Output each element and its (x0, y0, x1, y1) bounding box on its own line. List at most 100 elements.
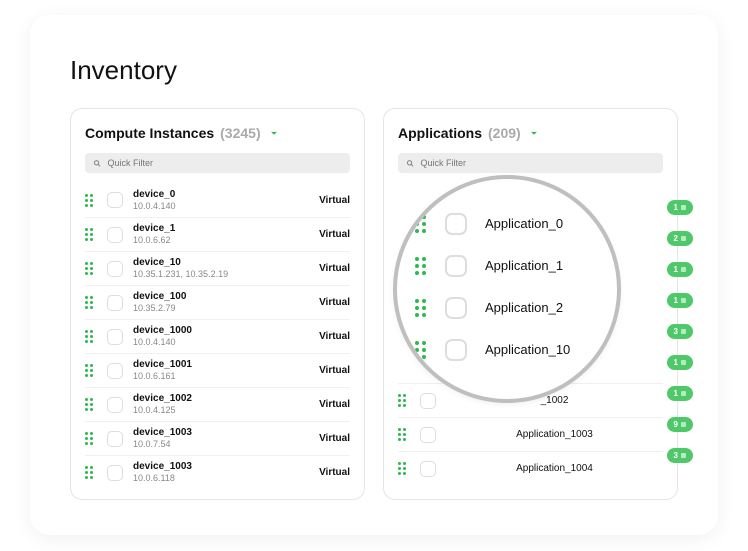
row-checkbox[interactable] (445, 213, 467, 235)
device-name: device_1 (133, 223, 319, 235)
drag-handle-icon[interactable] (415, 299, 433, 317)
device-name: device_1000 (133, 325, 319, 337)
chevron-down-icon (267, 126, 281, 140)
row-text: Application_1004 (446, 463, 663, 475)
drag-handle-icon[interactable] (85, 330, 99, 343)
instance-type: Virtual (319, 365, 350, 376)
table-row[interactable]: Application_2 (415, 287, 599, 329)
applications-panel-count: (209) (488, 125, 521, 141)
search-icon (406, 159, 414, 168)
drag-handle-icon[interactable] (85, 432, 99, 445)
chevron-down-icon (527, 126, 541, 140)
drag-handle-icon[interactable] (85, 398, 99, 411)
row-text: device_1002 10.0.4.125 (133, 393, 319, 416)
table-row[interactable]: device_1003 10.0.6.118 Virtual (85, 455, 350, 489)
row-checkbox[interactable] (107, 397, 123, 413)
device-ip: 10.0.6.161 (133, 371, 319, 382)
device-name: device_1002 (133, 393, 319, 405)
table-row[interactable]: device_0 10.0.4.140 Virtual (85, 183, 350, 217)
applications-panel-title: Applications (398, 125, 482, 141)
row-text: device_1 10.0.6.62 (133, 223, 319, 246)
table-row[interactable]: device_1001 10.0.6.161 Virtual (85, 353, 350, 387)
row-checkbox[interactable] (420, 461, 436, 477)
table-row[interactable]: device_100 10.35.2.79 Virtual (85, 285, 350, 319)
row-text: device_1000 10.0.4.140 (133, 325, 319, 348)
device-ip: 10.0.6.62 (133, 235, 319, 246)
device-name: device_1003 (133, 461, 319, 473)
drag-handle-icon[interactable] (415, 257, 433, 275)
drag-handle-icon[interactable] (85, 228, 99, 241)
applications-filter-input[interactable] (420, 158, 655, 168)
device-ip: 10.0.4.140 (133, 337, 319, 348)
row-checkbox[interactable] (445, 297, 467, 319)
compute-panel: Compute Instances (3245) device_0 10.0.4… (70, 108, 365, 500)
application-name: Application_1003 (446, 429, 663, 441)
badge-column: 121131193 (667, 200, 693, 463)
application-name: Application_10 (485, 342, 570, 358)
drag-handle-icon[interactable] (415, 215, 433, 233)
instance-type: Virtual (319, 263, 350, 274)
table-row[interactable]: device_1 10.0.6.62 Virtual (85, 217, 350, 251)
row-checkbox[interactable] (445, 339, 467, 361)
row-checkbox[interactable] (107, 192, 123, 208)
instance-type: Virtual (319, 399, 350, 410)
table-row[interactable]: Application_1 (415, 245, 599, 287)
count-badge: 1 (667, 293, 693, 308)
applications-panel-header[interactable]: Applications (209) (398, 125, 663, 141)
row-checkbox[interactable] (107, 329, 123, 345)
row-text: device_10 10.35.1.231, 10.35.2.19 (133, 257, 319, 280)
drag-handle-icon[interactable] (398, 394, 412, 407)
table-row[interactable]: device_1002 10.0.4.125 Virtual (85, 387, 350, 421)
application-name: Application_0 (485, 216, 563, 232)
drag-handle-icon[interactable] (85, 364, 99, 377)
count-badge: 2 (667, 231, 693, 246)
compute-panel-count: (3245) (220, 125, 260, 141)
row-checkbox[interactable] (420, 393, 436, 409)
device-name: device_1001 (133, 359, 319, 371)
row-checkbox[interactable] (107, 465, 123, 481)
applications-filter[interactable] (398, 153, 663, 173)
row-checkbox[interactable] (107, 363, 123, 379)
compute-filter-input[interactable] (107, 158, 342, 168)
application-name: Application_1004 (446, 463, 663, 475)
count-badge: 3 (667, 448, 693, 463)
application-name: Application_2 (485, 300, 563, 316)
device-name: device_0 (133, 189, 319, 201)
drag-handle-icon[interactable] (85, 262, 99, 275)
table-row[interactable]: device_1000 10.0.4.140 Virtual (85, 319, 350, 353)
instance-type: Virtual (319, 297, 350, 308)
row-text: Application_1003 (446, 429, 663, 441)
row-checkbox[interactable] (107, 431, 123, 447)
drag-handle-icon[interactable] (85, 466, 99, 479)
drag-handle-icon[interactable] (85, 194, 99, 207)
row-checkbox[interactable] (107, 261, 123, 277)
row-text: device_1001 10.0.6.161 (133, 359, 319, 382)
row-checkbox[interactable] (107, 295, 123, 311)
count-badge: 3 (667, 324, 693, 339)
table-row[interactable]: Application_1004 (398, 451, 663, 485)
instance-type: Virtual (319, 467, 350, 478)
table-row[interactable]: Application_0 (415, 203, 599, 245)
drag-handle-icon[interactable] (85, 296, 99, 309)
table-row[interactable]: Application_1003 (398, 417, 663, 451)
drag-handle-icon[interactable] (398, 462, 412, 475)
table-row[interactable]: device_10 10.35.1.231, 10.35.2.19 Virtua… (85, 251, 350, 285)
drag-handle-icon[interactable] (415, 341, 433, 359)
count-badge: 1 (667, 200, 693, 215)
instance-type: Virtual (319, 433, 350, 444)
compute-panel-header[interactable]: Compute Instances (3245) (85, 125, 350, 141)
compute-filter[interactable] (85, 153, 350, 173)
search-icon (93, 159, 101, 168)
row-checkbox[interactable] (445, 255, 467, 277)
count-badge: 9 (667, 417, 693, 432)
row-checkbox[interactable] (420, 427, 436, 443)
device-ip: 10.0.6.118 (133, 473, 319, 484)
table-row[interactable]: Application_10 (415, 329, 599, 371)
count-badge: 1 (667, 386, 693, 401)
device-name: device_10 (133, 257, 319, 269)
count-badge: 1 (667, 262, 693, 277)
drag-handle-icon[interactable] (398, 428, 412, 441)
row-text: device_1003 10.0.6.118 (133, 461, 319, 484)
row-checkbox[interactable] (107, 227, 123, 243)
table-row[interactable]: device_1003 10.0.7.54 Virtual (85, 421, 350, 455)
